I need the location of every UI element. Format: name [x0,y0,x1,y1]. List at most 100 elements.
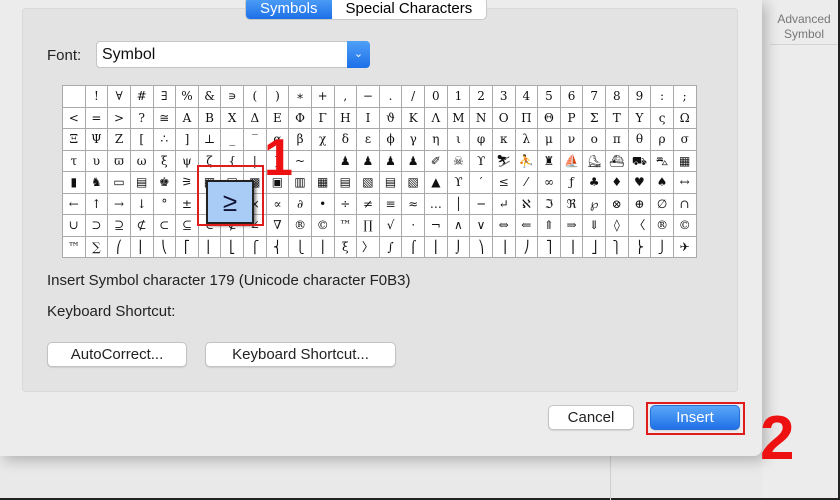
symbol-cell[interactable]: μ [538,129,561,151]
symbol-cell[interactable]: ⎟ [492,236,516,258]
symbol-cell[interactable]: ⎪ [311,236,335,258]
symbol-cell[interactable]: ─ [470,193,493,215]
symbol-cell[interactable]: 4 [515,86,539,108]
symbol-cell[interactable]: δ [334,129,358,151]
symbol-cell[interactable]: ⎠ [515,236,539,258]
symbol-cell[interactable]: ξ [334,236,358,258]
symbol-cell[interactable]: ⎤ [538,236,561,258]
symbol-cell[interactable]: 2 [470,86,493,108]
symbol-cell[interactable]: ϑ [379,107,403,129]
symbol-cell[interactable]: ς [651,107,674,129]
symbol-cell[interactable]: ∗ [289,86,312,108]
symbol-cell[interactable]: ( [244,86,267,108]
symbol-cell[interactable]: ▦ [311,172,335,194]
symbol-cell[interactable]: π [606,129,629,151]
symbol-cell[interactable]: ⎜ [130,236,154,258]
symbol-cell[interactable]: ∀ [108,86,131,108]
symbol-cell[interactable]: ↓ [130,193,154,215]
symbol-cell[interactable]: ⎩ [289,236,312,258]
symbol-cell[interactable]: ⇒ [560,215,584,237]
symbol-cell[interactable]: ▲ [425,172,448,194]
symbol-cell[interactable]: Η [334,107,358,129]
symbol-cell[interactable]: ⎧ [244,236,267,258]
symbol-cell[interactable]: ] [176,129,199,151]
symbol-cell[interactable]: Γ [311,107,335,129]
symbol-cell[interactable]: ⊥ [198,129,222,151]
symbol-cell[interactable]: ξ [153,150,177,172]
symbol-cell[interactable]: Ε [266,107,290,129]
symbol-cell[interactable]: ✈ [673,236,697,258]
symbol-cell[interactable]: ƒ [560,172,584,194]
symbol-cell[interactable]: < [63,107,86,129]
symbol-cell[interactable]: 9 [628,86,652,108]
symbol-cell[interactable]: Ο [492,107,516,129]
symbol-cell[interactable]: Φ [289,107,312,129]
symbol-cell[interactable]: ▤ [379,172,403,194]
symbol-cell[interactable]: Ξ [63,129,86,151]
tab-special-characters[interactable]: Special Characters [332,0,487,19]
symbol-cell[interactable]: ′ [470,172,493,194]
symbol-cell[interactable]: ♟ [402,150,425,172]
symbol-cell[interactable]: Κ [402,107,425,129]
symbol-cell[interactable]: ⎞ [470,236,493,258]
symbol-cell[interactable]: ⊃ [85,215,109,237]
symbol-cell[interactable] [311,150,335,172]
symbol-cell[interactable]: [ [130,129,154,151]
symbol-cell[interactable]: ⎣ [221,236,244,258]
symbol-cell[interactable]: ∴ [153,129,177,151]
symbol-cell[interactable]: ⋅ [402,215,425,237]
symbol-cell[interactable]: ω [130,150,154,172]
symbol-cell[interactable]: ∂ [289,193,312,215]
symbol-cell[interactable]: ∨ [470,215,493,237]
symbol-cell[interactable]: ♜ [538,150,561,172]
symbol-cell[interactable]: ⎝ [153,236,177,258]
symbol-cell[interactable]: ⎭ [651,236,674,258]
symbol-cell[interactable]: ° [153,193,177,215]
symbol-cell[interactable]: : [651,86,674,108]
symbol-cell[interactable]: Ψ [85,129,109,151]
symbol-cell[interactable]: ψ [176,150,199,172]
symbol-cell[interactable]: ≡ [379,193,403,215]
symbol-cell[interactable]: ℑ [538,193,561,215]
symbol-cell[interactable]: 8 [606,86,629,108]
symbol-cell[interactable]: & [198,86,222,108]
symbol-cell[interactable]: ≅ [153,107,177,129]
symbol-cell[interactable]: • [311,193,335,215]
symbol-cell[interactable]: ⛍ [651,150,674,172]
symbol-cell[interactable]: ∑ [85,236,109,258]
symbol-cell[interactable]: / [402,86,425,108]
symbol-cell[interactable]: ⛷ [492,150,516,172]
symbol-cell[interactable]: ♟ [357,150,380,172]
symbol-cell[interactable]: Ζ [108,129,131,151]
symbol-cell[interactable]: ♦ [606,172,629,194]
symbol-cell[interactable]: ▭ [108,172,131,194]
symbol-cell[interactable]: ← [63,193,86,215]
symbol-cell[interactable]: ⛹ [515,150,539,172]
font-select[interactable]: Symbol ⌄ [96,41,370,68]
symbol-cell[interactable]: θ [628,129,652,151]
symbol-cell[interactable]: ™ [63,236,86,258]
symbol-cell[interactable]: ⊆ [176,215,199,237]
symbol-cell[interactable]: ρ [651,129,674,151]
symbol-cell[interactable]: ⛵ [560,150,584,172]
symbol-cell[interactable]: © [311,215,335,237]
symbol-cell[interactable]: Α [176,107,199,129]
symbol-cell[interactable]: ¬ [425,215,448,237]
symbol-cell[interactable]: η [425,129,448,151]
symbol-cell[interactable]: σ [673,129,697,151]
symbol-cell[interactable]: Δ [244,107,267,129]
symbol-cell[interactable]: ϒ [447,172,471,194]
symbol-cell[interactable]: ⎦ [583,236,606,258]
symbol-cell[interactable]: ∅ [651,193,674,215]
symbol-cell[interactable]: ⌠ [402,236,425,258]
symbol-cell[interactable]: . [379,86,403,108]
symbol-cell[interactable]: κ [492,129,516,151]
symbol-cell[interactable]: ♣ [583,172,606,194]
symbol-cell[interactable]: ϒ [470,150,493,172]
symbol-cell[interactable]: → [108,193,131,215]
symbol-cell[interactable]: ℜ [560,193,584,215]
symbol-cell[interactable]: ⊗ [606,193,629,215]
symbol-cell[interactable]: = [85,107,109,129]
symbol-cell[interactable]: ) [266,86,290,108]
symbol-cell[interactable]: ∍ [221,86,244,108]
